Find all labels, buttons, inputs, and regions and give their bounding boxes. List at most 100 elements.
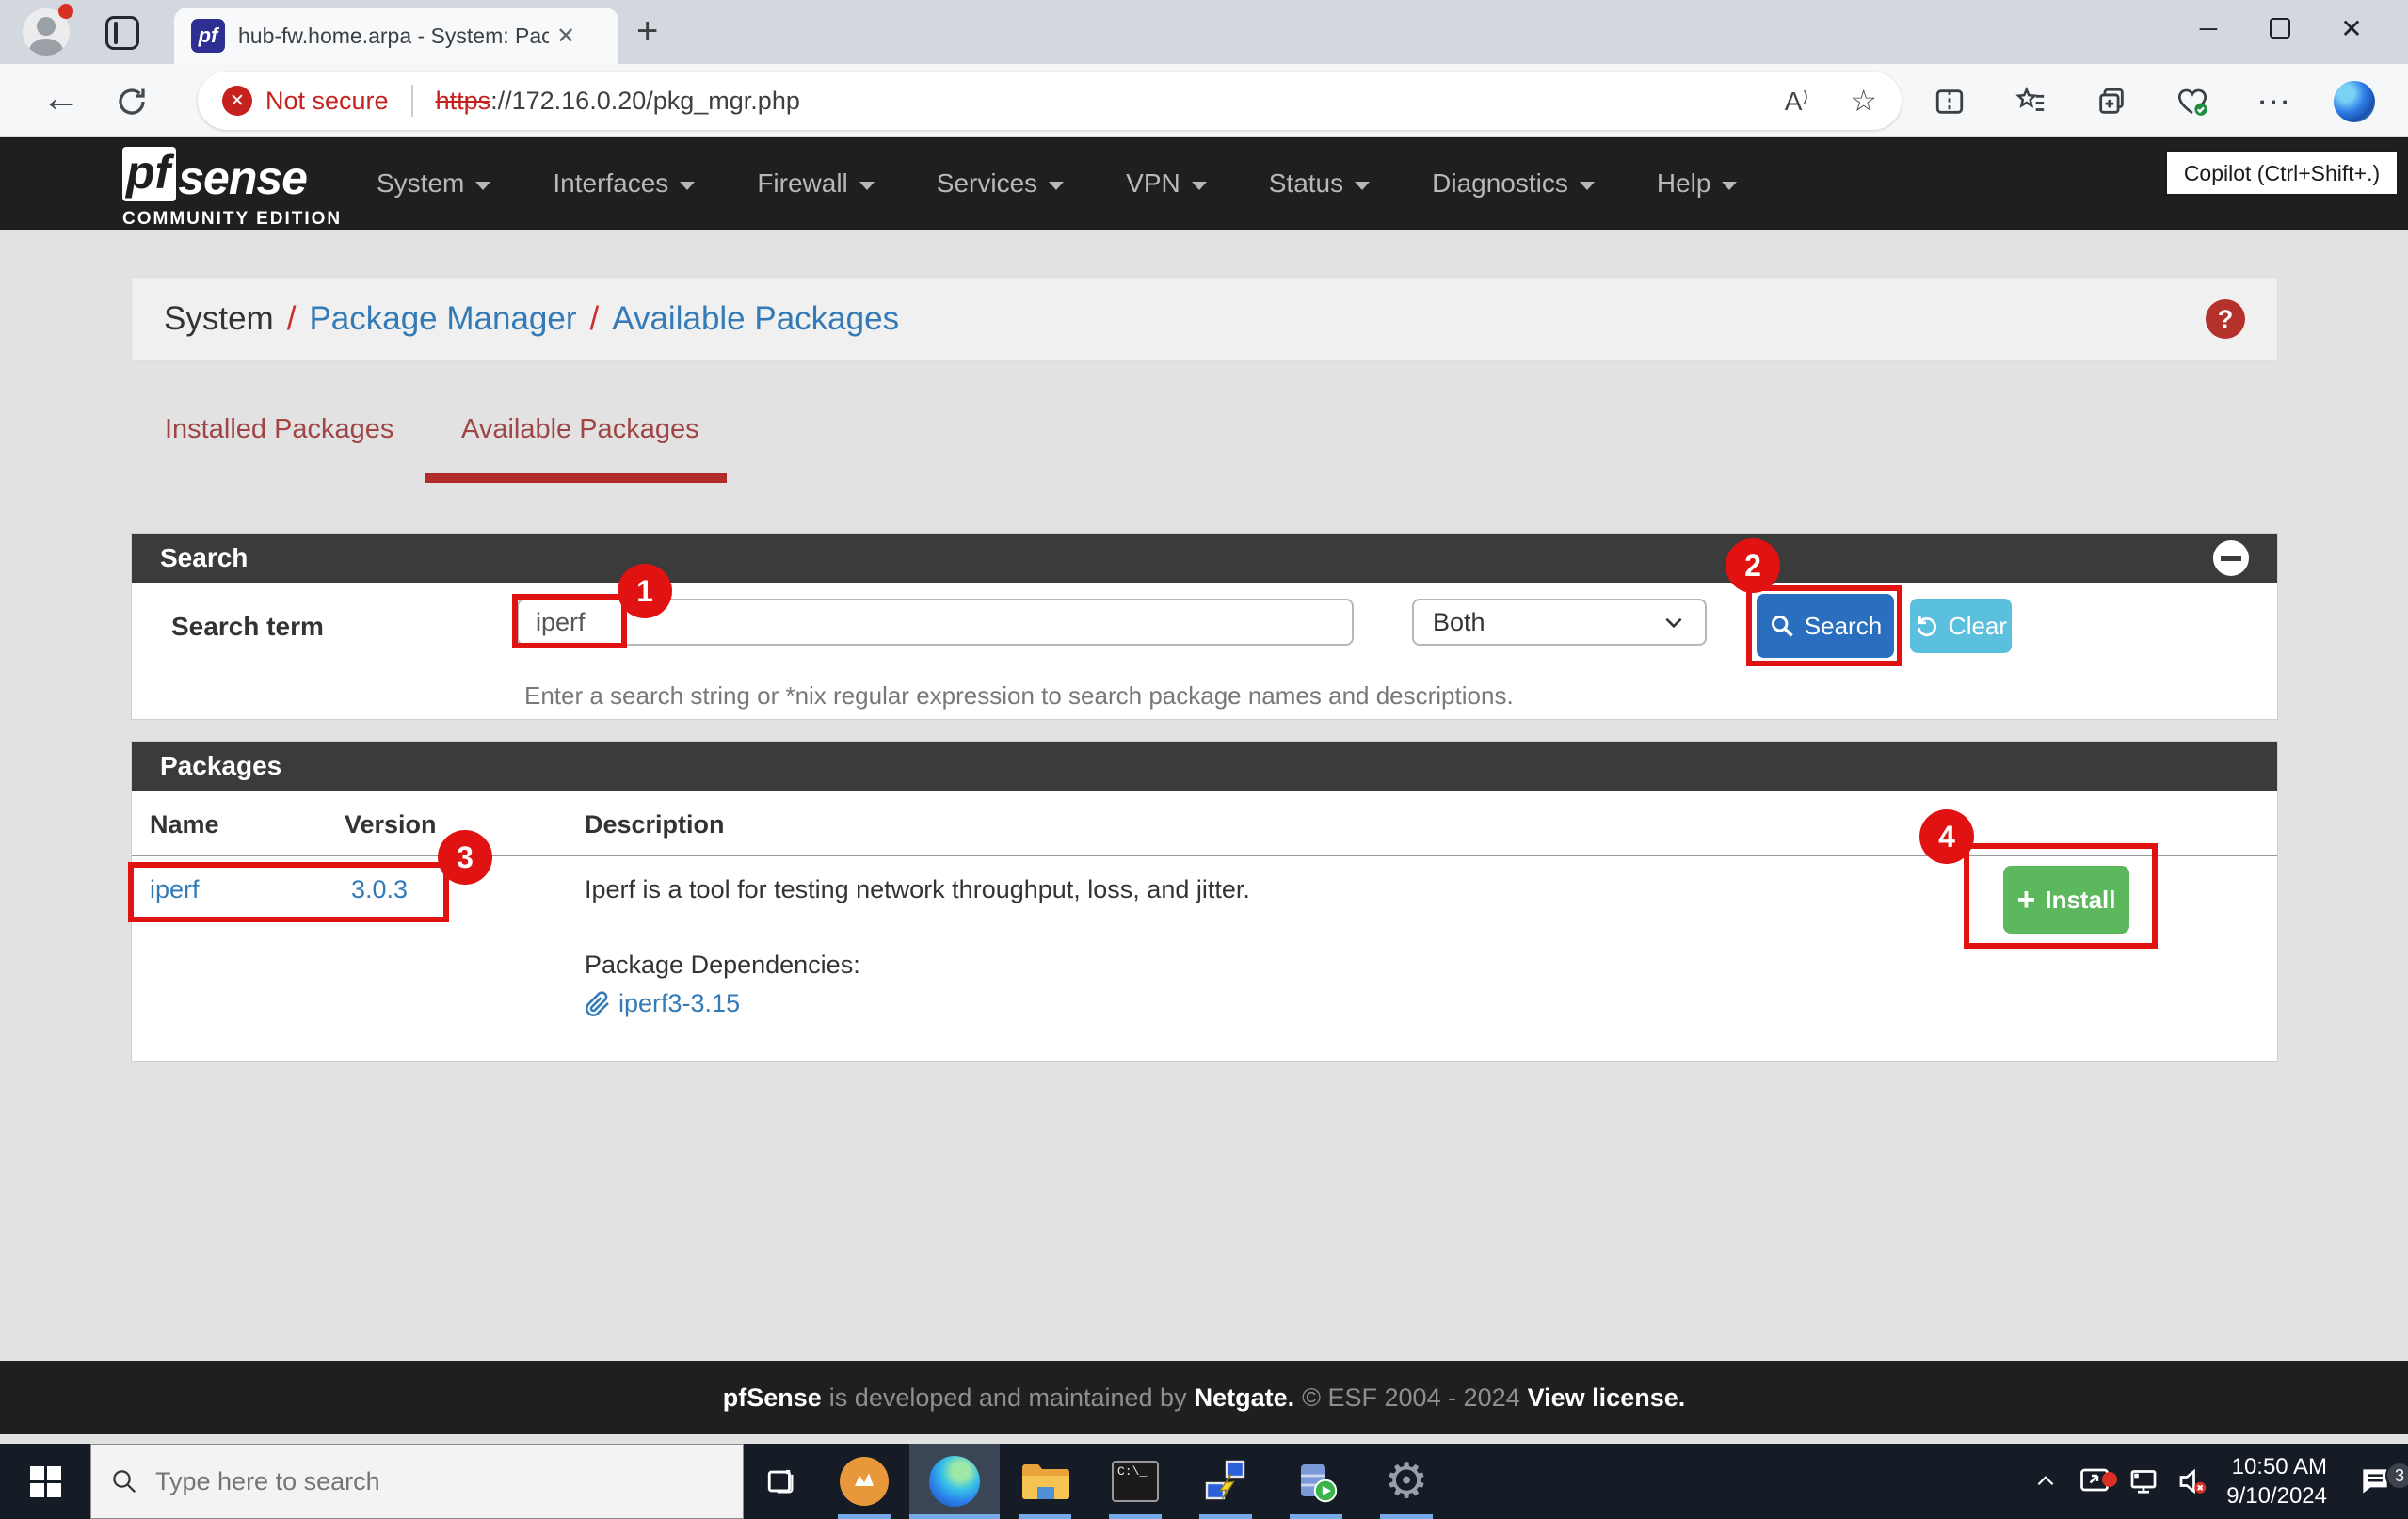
tray-network-icon[interactable] — [2119, 1464, 2168, 1498]
package-description: Iperf is a tool for testing network thro… — [585, 875, 1250, 904]
caret-down-icon — [475, 182, 490, 190]
remote-connection-icon — [1203, 1459, 1248, 1504]
breadcrumb: System / Package Manager / Available Pac… — [131, 277, 2278, 361]
task-view-icon[interactable] — [744, 1444, 819, 1519]
menu-services[interactable]: Services — [937, 168, 1064, 199]
footer-pfsense: pfSense — [723, 1383, 822, 1413]
clear-button[interactable]: Clear — [1910, 599, 2012, 653]
tab-close-icon[interactable]: ✕ — [556, 23, 575, 50]
breadcrumb-separator: / — [590, 300, 600, 338]
tab-installed-packages[interactable]: Installed Packages — [165, 414, 393, 445]
back-button[interactable]: ← — [41, 75, 81, 120]
action-center-icon[interactable]: 3 — [2342, 1463, 2408, 1499]
split-screen-icon[interactable] — [1909, 86, 1990, 118]
taskbar-database-app[interactable] — [1271, 1444, 1361, 1519]
taskbar-app-1[interactable] — [819, 1444, 909, 1519]
window-close-button[interactable]: ✕ — [2318, 0, 2385, 56]
packages-panel-title: Packages — [160, 751, 281, 781]
tray-screenshare-icon[interactable] — [2070, 1464, 2119, 1498]
tab-workspaces-icon[interactable] — [105, 16, 139, 50]
menu-firewall[interactable]: Firewall — [757, 168, 874, 199]
copilot-tooltip: Copilot (Ctrl+Shift+.) — [2165, 151, 2399, 196]
caret-down-icon — [680, 182, 695, 190]
taskbar-remote-desktop[interactable] — [1180, 1444, 1271, 1519]
window-minimize-button[interactable]: ─ — [2175, 0, 2242, 56]
clear-button-label: Clear — [1949, 612, 2007, 641]
menu-status[interactable]: Status — [1269, 168, 1370, 199]
dependency-link[interactable]: iperf3-3.15 — [618, 989, 740, 1018]
address-divider — [411, 85, 413, 117]
gear-icon: ⚙ — [1385, 1457, 1429, 1506]
profile-alert-dot — [58, 4, 73, 19]
screen: pf hub-fw.home.arpa - System: Pack ✕ + ─… — [0, 0, 2408, 1519]
windows-logo-icon — [30, 1466, 61, 1497]
annotation-box-1 — [512, 594, 627, 648]
browser-tab[interactable]: pf hub-fw.home.arpa - System: Pack ✕ — [174, 8, 618, 64]
taskbar-cmd[interactable]: C:\_ — [1090, 1444, 1180, 1519]
system-tray: 10:50 AM 9/10/2024 3 — [2021, 1444, 2408, 1519]
footer-view-license-link[interactable]: View license. — [1528, 1383, 1686, 1413]
annotation-box-4 — [1964, 843, 2158, 949]
pfsense-logo[interactable]: pf sense COMMUNITY EDITION — [122, 147, 342, 230]
settings-menu-icon[interactable]: ⋯ — [2233, 82, 2314, 121]
read-aloud-icon[interactable]: A⁾ — [1785, 86, 1809, 117]
url-scheme: https — [436, 87, 491, 115]
menu-vpn[interactable]: VPN — [1126, 168, 1207, 199]
new-tab-button[interactable]: + — [636, 9, 658, 53]
breadcrumb-separator: / — [287, 300, 297, 338]
breadcrumb-package-manager[interactable]: Package Manager — [309, 300, 576, 338]
packages-panel: Packages Name Version Description iperf … — [131, 741, 2278, 1062]
browser-essentials-icon[interactable] — [2152, 85, 2233, 119]
menu-system[interactable]: System — [377, 168, 490, 199]
pfsense-footer: pfSense is developed and maintained by N… — [0, 1361, 2408, 1434]
tray-clock[interactable]: 10:50 AM 9/10/2024 — [2226, 1452, 2327, 1511]
copilot-icon[interactable] — [2314, 81, 2395, 122]
search-scope-value: Both — [1433, 608, 1485, 637]
taskbar-search[interactable] — [90, 1444, 744, 1519]
app-icon-orange — [840, 1457, 889, 1506]
caret-down-icon — [1722, 182, 1737, 190]
taskbar-file-explorer[interactable] — [1000, 1444, 1090, 1519]
start-button[interactable] — [0, 1444, 90, 1519]
windows-taskbar: C:\_ ⚙ — [0, 1444, 2408, 1519]
url-rest: ://172.16.0.20/pkg_mgr.php — [490, 87, 800, 115]
tray-chevron-up-icon[interactable] — [2021, 1469, 2070, 1494]
not-secure-icon: ✕ — [222, 86, 252, 116]
taskbar-edge[interactable] — [909, 1444, 1000, 1519]
breadcrumb-system: System — [164, 300, 274, 338]
menu-help[interactable]: Help — [1657, 168, 1738, 199]
clock-date: 9/10/2024 — [2226, 1481, 2327, 1511]
search-panel-title: Search — [160, 543, 248, 573]
address-bar[interactable]: ✕ Not secure https://172.16.0.20/pkg_mgr… — [198, 72, 1902, 130]
menu-diagnostics[interactable]: Diagnostics — [1432, 168, 1595, 199]
search-scope-select[interactable]: Both — [1412, 599, 1707, 646]
recording-dot — [2102, 1472, 2117, 1487]
favorite-star-icon[interactable]: ☆ — [1850, 83, 1877, 119]
tab-title: hub-fw.home.arpa - System: Pack — [238, 24, 549, 49]
caret-down-icon — [1355, 182, 1370, 190]
favorites-icon[interactable] — [1990, 86, 2071, 118]
taskbar-settings[interactable]: ⚙ — [1361, 1444, 1452, 1519]
refresh-icon[interactable] — [115, 85, 149, 119]
window-restore-button[interactable] — [2246, 0, 2314, 56]
taskbar-search-input[interactable] — [155, 1467, 626, 1496]
caret-down-icon — [1192, 182, 1207, 190]
collections-icon[interactable] — [2071, 86, 2152, 118]
collapse-icon[interactable] — [2213, 540, 2249, 576]
pfsense-navbar: pf sense COMMUNITY EDITION System Interf… — [0, 137, 2408, 230]
tray-volume-muted-icon[interactable] — [2168, 1464, 2217, 1498]
logo-subtitle: COMMUNITY EDITION — [122, 209, 342, 230]
edge-icon — [929, 1456, 980, 1507]
database-icon — [1293, 1459, 1339, 1504]
command-prompt-icon: C:\_ — [1112, 1461, 1159, 1502]
annotation-step-2: 2 — [1726, 538, 1780, 593]
folder-icon — [1020, 1461, 1069, 1502]
menu-interfaces[interactable]: Interfaces — [553, 168, 695, 199]
breadcrumb-available-packages[interactable]: Available Packages — [612, 300, 899, 338]
search-hint: Enter a search string or *nix regular ex… — [524, 681, 1514, 711]
annotation-box-3 — [128, 862, 449, 922]
annotation-step-3: 3 — [438, 830, 492, 885]
help-icon[interactable]: ? — [2206, 299, 2245, 339]
tab-available-packages[interactable]: Available Packages — [461, 414, 699, 445]
search-term-label: Search term — [171, 612, 324, 642]
